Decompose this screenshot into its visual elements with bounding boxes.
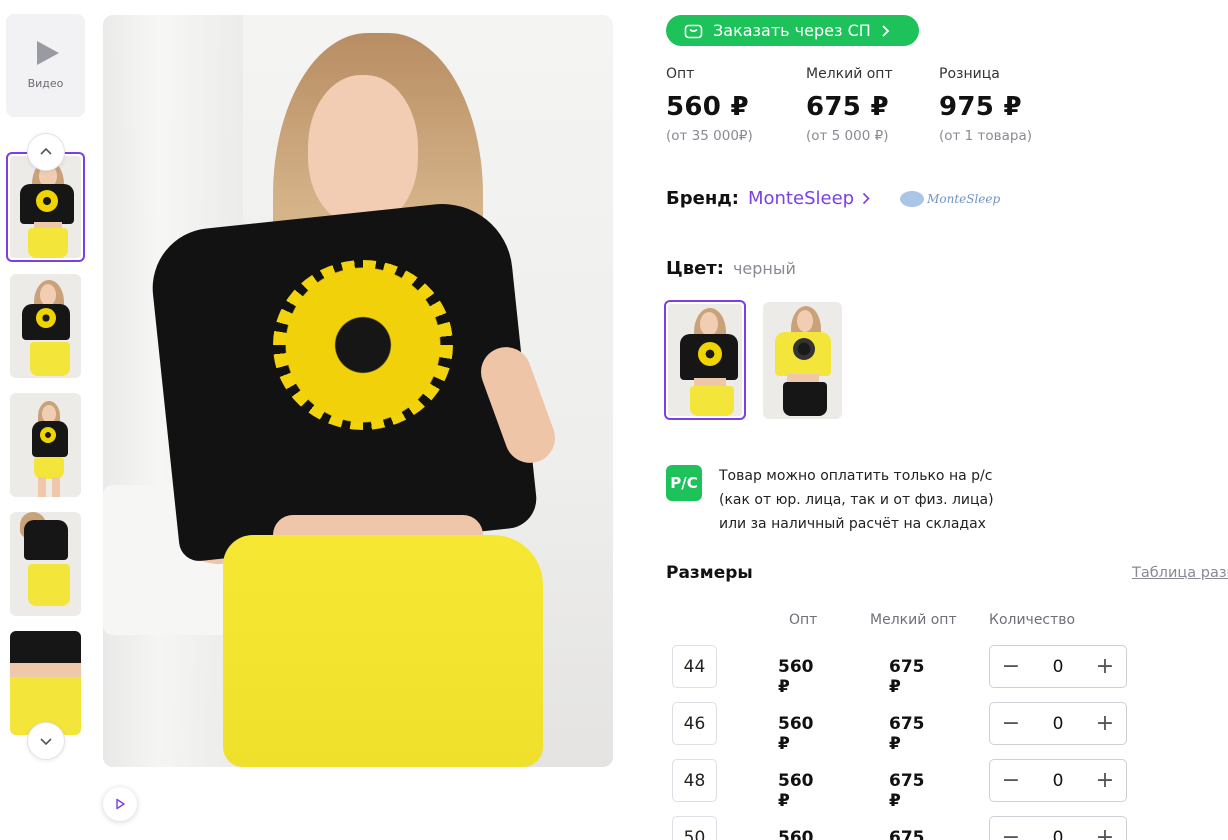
- chevron-right-icon: [882, 24, 890, 37]
- product-photo-thumbnail: [10, 156, 81, 258]
- increase-quantity-button[interactable]: +: [1095, 712, 1115, 735]
- increase-quantity-button[interactable]: +: [1095, 826, 1115, 840]
- chevron-right-icon: [863, 192, 870, 205]
- brand-label: Бренд:: [666, 188, 739, 209]
- price-label: Розница: [939, 66, 1000, 82]
- thumbnail-2[interactable]: [10, 274, 81, 378]
- column-header-wholesale: Опт: [789, 612, 818, 628]
- main-product-photo[interactable]: [103, 15, 613, 767]
- quantity-stepper: − 0 +: [989, 816, 1127, 840]
- quantity-value[interactable]: 0: [1053, 771, 1064, 791]
- product-photo-thumbnail: [10, 631, 81, 735]
- thumbnail-4[interactable]: [10, 512, 81, 616]
- color-swatch-yellow[interactable]: [763, 302, 842, 419]
- brand-logo[interactable]: MonteSleep: [900, 190, 1001, 207]
- brand-row: Бренд: MonteSleep MonteSleep: [666, 188, 1000, 209]
- size-value: 46: [672, 702, 717, 745]
- price-note: (от 1 товара): [939, 128, 1033, 144]
- product-photo-thumbnail: [10, 393, 81, 497]
- shopping-bag-icon: [684, 24, 703, 39]
- color-swatch-black[interactable]: [664, 300, 746, 420]
- small-wholesale-price: 675 ₽: [889, 771, 925, 811]
- play-icon: [36, 41, 59, 65]
- wholesale-price: 560 ₽: [778, 828, 814, 840]
- small-wholesale-price: 675 ₽: [889, 657, 925, 697]
- order-via-sp-button[interactable]: Заказать через СП: [666, 15, 919, 46]
- column-header-small-wholesale: Мелкий опт: [870, 612, 957, 628]
- brand-link[interactable]: MonteSleep: [748, 188, 870, 209]
- size-value: 44: [672, 645, 717, 688]
- color-value: черный: [732, 259, 796, 278]
- color-label: Цвет:: [666, 258, 724, 279]
- price-note: (от 5 000 ₽): [806, 128, 889, 144]
- price-small-wholesale: Мелкий опт 675 ₽ (от 5 000 ₽): [806, 66, 893, 144]
- increase-quantity-button[interactable]: +: [1095, 655, 1115, 678]
- payment-note-line: Товар можно оплатить только на р/с: [719, 468, 993, 484]
- decrease-quantity-button[interactable]: −: [1001, 712, 1021, 735]
- increase-quantity-button[interactable]: +: [1095, 769, 1115, 792]
- video-thumbnail[interactable]: Видео: [6, 14, 85, 117]
- chevron-up-icon: [40, 147, 52, 155]
- thumbnails-up-button[interactable]: [27, 133, 65, 171]
- thumbnail-3[interactable]: [10, 393, 81, 497]
- color-row: Цвет: черный: [666, 258, 796, 279]
- quantity-value[interactable]: 0: [1053, 828, 1064, 840]
- quantity-value[interactable]: 0: [1053, 657, 1064, 677]
- play-icon: [116, 798, 125, 810]
- decrease-quantity-button[interactable]: −: [1001, 769, 1021, 792]
- column-header-quantity: Количество: [989, 612, 1076, 628]
- bank-transfer-icon: Р/С: [666, 465, 702, 501]
- payment-note-line: (как от юр. лица, так и от физ. лица): [719, 492, 994, 508]
- chevron-down-icon: [40, 738, 52, 746]
- price-label: Мелкий опт: [806, 66, 893, 82]
- video-label: Видео: [27, 77, 64, 90]
- size-table-link[interactable]: Таблица размеров: [1132, 565, 1228, 581]
- wholesale-price: 560 ₽: [778, 714, 814, 754]
- cloud-logo-icon: [900, 190, 925, 207]
- price-value: 560 ₽: [666, 92, 749, 122]
- wholesale-price: 560 ₽: [778, 657, 814, 697]
- color-variant-photo: [668, 304, 742, 416]
- product-photo-thumbnail: [10, 274, 81, 378]
- order-button-label: Заказать через СП: [713, 21, 871, 40]
- decrease-quantity-button[interactable]: −: [1001, 826, 1021, 840]
- price-wholesale: Опт 560 ₽ (от 35 000₽): [666, 66, 753, 144]
- small-wholesale-price: 675 ₽: [889, 714, 925, 754]
- color-variant-photo: [763, 302, 842, 419]
- size-value: 48: [672, 759, 717, 802]
- price-value: 675 ₽: [806, 92, 889, 122]
- size-value: 50: [672, 816, 717, 840]
- quantity-stepper: − 0 +: [989, 759, 1127, 802]
- brand-name: MonteSleep: [747, 188, 855, 209]
- payment-note-line: или за наличный расчёт на складах: [719, 516, 986, 532]
- thumbnail-5[interactable]: [10, 631, 81, 735]
- price-label: Опт: [666, 66, 695, 82]
- price-note: (от 35 000₽): [666, 128, 753, 144]
- payment-note: Р/С Товар можно оплатить только на р/с (…: [666, 465, 994, 536]
- product-photo-thumbnail: [10, 512, 81, 616]
- price-value: 975 ₽: [939, 92, 1022, 122]
- thumbnails-down-button[interactable]: [27, 722, 65, 760]
- quantity-stepper: − 0 +: [989, 702, 1127, 745]
- decrease-quantity-button[interactable]: −: [1001, 655, 1021, 678]
- wholesale-price: 560 ₽: [778, 771, 814, 811]
- brand-logo-text: MonteSleep: [927, 191, 1001, 206]
- small-wholesale-price: 675 ₽: [889, 828, 925, 840]
- quantity-stepper: − 0 +: [989, 645, 1127, 688]
- quantity-value[interactable]: 0: [1053, 714, 1064, 734]
- sizes-title: Размеры: [666, 563, 753, 583]
- play-video-button[interactable]: [103, 787, 137, 821]
- price-retail: Розница 975 ₽ (от 1 товара): [939, 66, 1032, 144]
